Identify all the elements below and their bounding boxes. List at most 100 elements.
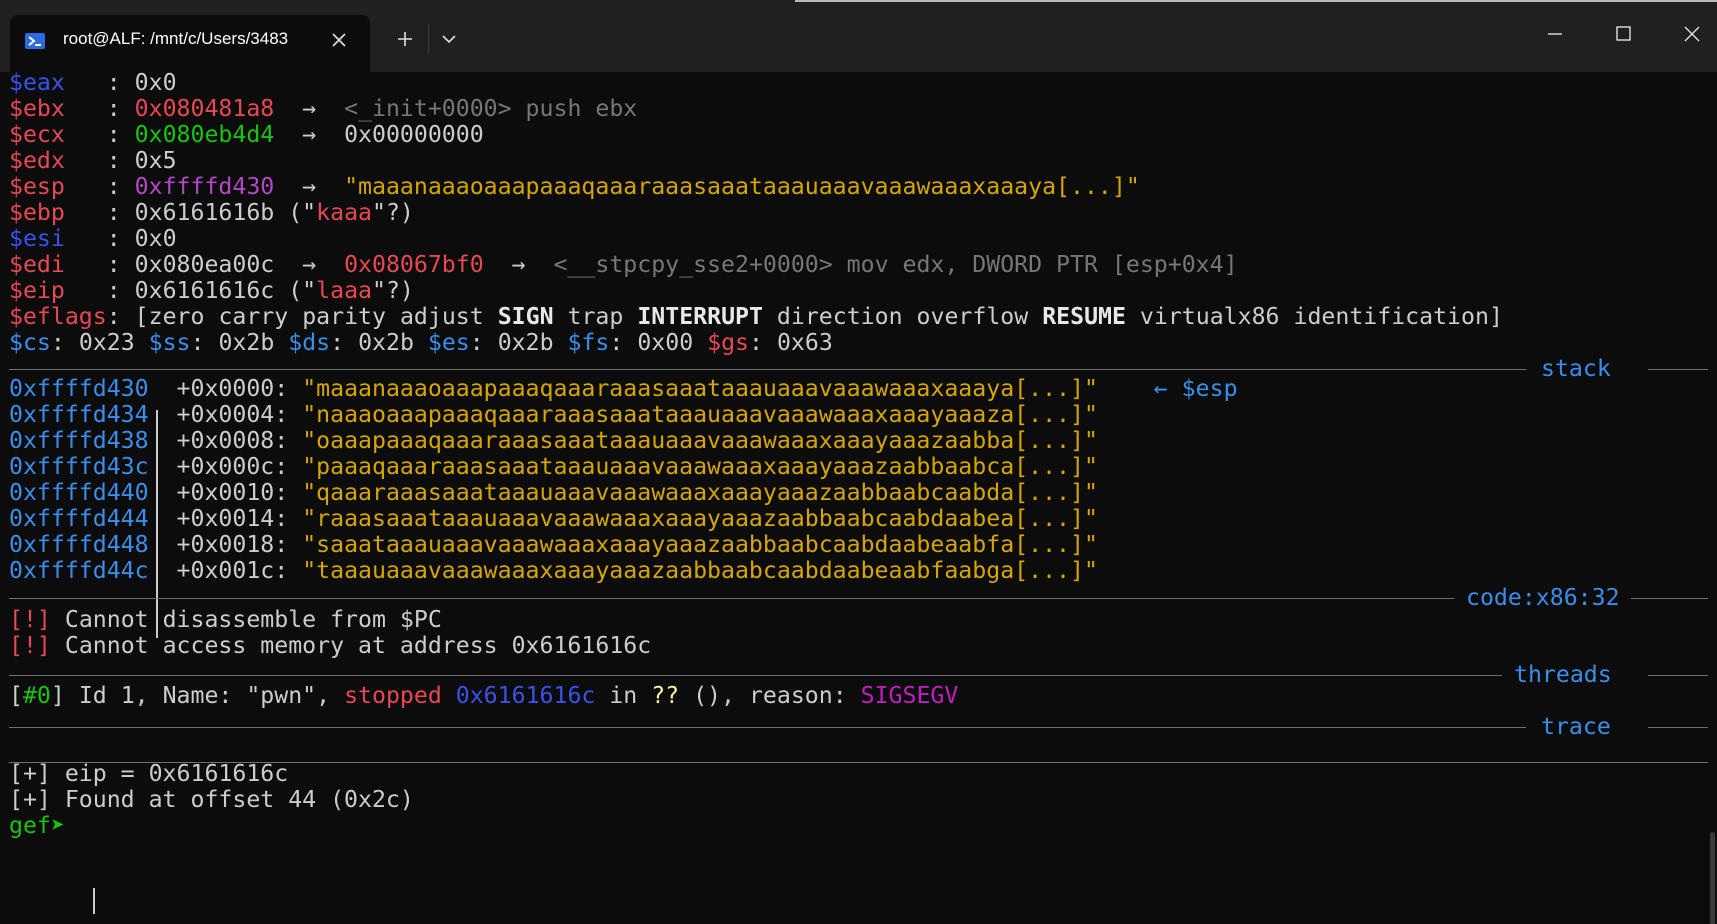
register-edi: $edi : 0x080ea00c → 0x08067bf0 → <__stpc… [9,251,1238,278]
stack-address: 0xffffd430 [9,375,149,402]
scrollbar-thumb[interactable] [1710,832,1715,924]
segment-name: $ss [148,329,191,356]
error-line: [!] Cannot disassemble from $PC [9,606,442,634]
esp-pointer-label: ← $esp [1153,375,1238,402]
flag-off: virtualx86 [1139,303,1280,330]
arrow-right-icon: → [302,95,317,122]
maximize-icon[interactable] [1606,18,1640,50]
close-icon[interactable] [1675,18,1709,50]
flag-off: zero [148,303,205,330]
stack-offset: +0x000c: [176,453,289,480]
register-ascii: kaaa [316,199,372,226]
stack-offset: +0x0004: [176,401,289,428]
stack-offset: +0x0018: [176,531,289,558]
flag-off: carry [218,303,289,330]
register-deref-pointer: 0x08067bf0 [344,251,484,278]
stack-row: 0xffffd438 +0x0008: "oaaapaaaqaaaraaasaa… [9,427,1098,455]
stack-value: "paaaqaaaraaasaaataaauaaavaaawaaaxaaayaa… [302,453,1098,480]
segment-name: $es [427,329,470,356]
register-value: 0x080481a8 [134,95,275,122]
stack-address: 0xffffd444 [9,505,149,532]
stack-value: "saaataaauaaavaaawaaaxaaayaaazaabbaabcaa… [302,531,1098,558]
stack-address: 0xffffd440 [9,479,149,506]
segment-name: $ds [288,329,331,356]
register-value: 0x080ea00c [134,251,275,278]
output-line: [+] eip = 0x6161616c [9,760,289,787]
prompt-label: gef➤ [9,812,65,839]
segment-value: 0x00 [637,329,694,356]
register-ebx: $ebx : 0x080481a8 → <_init+0000> push eb… [9,95,638,122]
register-ascii: laaa [316,277,372,304]
stack-value: "oaaapaaaqaaaraaasaaataaauaaavaaawaaaxaa… [302,427,1098,454]
register-name: $ebx [9,95,65,122]
segment-value: 0x2b [218,329,275,356]
stack-address: 0xffffd438 [9,427,149,454]
register-esi: $esi : 0x0 [9,225,177,252]
stack-address: 0xffffd43c [9,453,149,480]
flag-off: identification [1293,303,1489,330]
stack-offset: +0x001c: [176,557,289,584]
arrow-right-icon: → [302,121,317,148]
section-divider [9,727,1526,728]
stack-address: 0xffffd44c [9,557,149,584]
register-name: $ebp [9,199,65,226]
register-name: $eflags [9,303,107,330]
register-name: $esi [9,225,65,252]
text-cursor [93,888,95,914]
register-eflags: $eflags: [zero carry parity adjust SIGN … [9,303,1503,330]
register-name: $eip [9,277,65,304]
arrow-right-icon: → [302,251,317,278]
register-value: 0x0 [134,225,177,252]
error-text: Cannot access memory at address 0x616161… [64,632,652,659]
register-value: 0x5 [134,147,177,174]
minimize-icon[interactable] [1538,18,1572,50]
section-divider [9,369,1526,370]
flag-off: adjust [399,303,484,330]
terminal-output[interactable]: $eax : 0x0 $ebx : 0x080481a8 → <_init+00… [0,69,1717,924]
stack-row: 0xffffd430 +0x0000: "maaanaaaoaaapaaaqaa… [9,375,1238,403]
section-divider [9,598,1454,599]
segment-value: 0x2b [358,329,414,356]
flag-on: INTERRUPT [637,303,763,330]
arrow-right-icon: → [511,251,526,278]
segment-value: 0x2b [497,329,554,356]
stack-row: 0xffffd44c +0x001c: "taaauaaavaaawaaaxaa… [9,557,1098,585]
stack-row: 0xffffd448 +0x0018: "saaataaauaaavaaawaa… [9,531,1098,559]
stack-value: "raaasaaataaauaaavaaawaaaxaaayaaazaabbaa… [302,505,1098,532]
section-title-trace: trace [1541,713,1611,740]
flag-on: SIGN [497,303,554,330]
close-icon[interactable] [326,27,352,53]
stack-value: "naaaoaaapaaaqaaaraaasaaataaauaaavaaawaa… [302,401,1098,428]
register-name: $eax [9,69,65,96]
register-name: $edi [9,251,65,278]
tab-terminal[interactable]: root@ALF: /mnt/c/Users/3483 [10,15,370,72]
error-tag: [!] [9,632,51,659]
segment-registers: $cs: 0x23 $ss: 0x2b $ds: 0x2b $es: 0x2b … [9,329,833,356]
register-value: 0x6161616b [134,199,275,226]
thread-line: [#0] Id 1, Name: "pwn", stopped 0x616161… [9,682,959,709]
stack-row: 0xffffd434 +0x0004: "naaaoaaapaaaqaaaraa… [9,401,1098,429]
stack-offset: +0x0014: [176,505,289,532]
section-divider [1648,727,1708,728]
command-prompt[interactable]: gef➤ [9,812,79,840]
register-value: 0x6161616c [134,277,275,304]
section-title-stack: stack [1541,355,1611,382]
register-name: $esp [9,173,65,200]
register-value: 0x080eb4d4 [134,121,275,148]
section-divider [1648,675,1708,676]
segment-value: 0x23 [78,329,135,356]
section-divider [9,675,1502,676]
stack-address: 0xffffd434 [9,401,149,428]
stack-value: "qaaaraaasaaataaauaaavaaawaaaxaaayaaazaa… [302,479,1098,506]
thread-signal: SIGSEGV [860,682,959,709]
plus-icon[interactable] [390,24,420,54]
register-ecx: $ecx : 0x080eb4d4 → 0x00000000 [9,121,484,148]
register-deref: "maaanaaaoaaapaaaqaaaraaasaaataaauaaavaa… [344,173,1140,200]
chevron-down-icon[interactable] [434,24,464,54]
flag-on: RESUME [1042,303,1126,330]
register-deref: <_init+0000> push ebx [344,95,638,122]
arrow-right-icon: → [302,173,317,200]
register-value: 0x0 [134,69,177,96]
terminal-window: root@ALF: /mnt/c/Users/3483 $eax : 0x0 $… [0,0,1717,924]
stack-value: "taaauaaavaaawaaaxaaayaaazaabbaabcaabdaa… [302,557,1098,584]
